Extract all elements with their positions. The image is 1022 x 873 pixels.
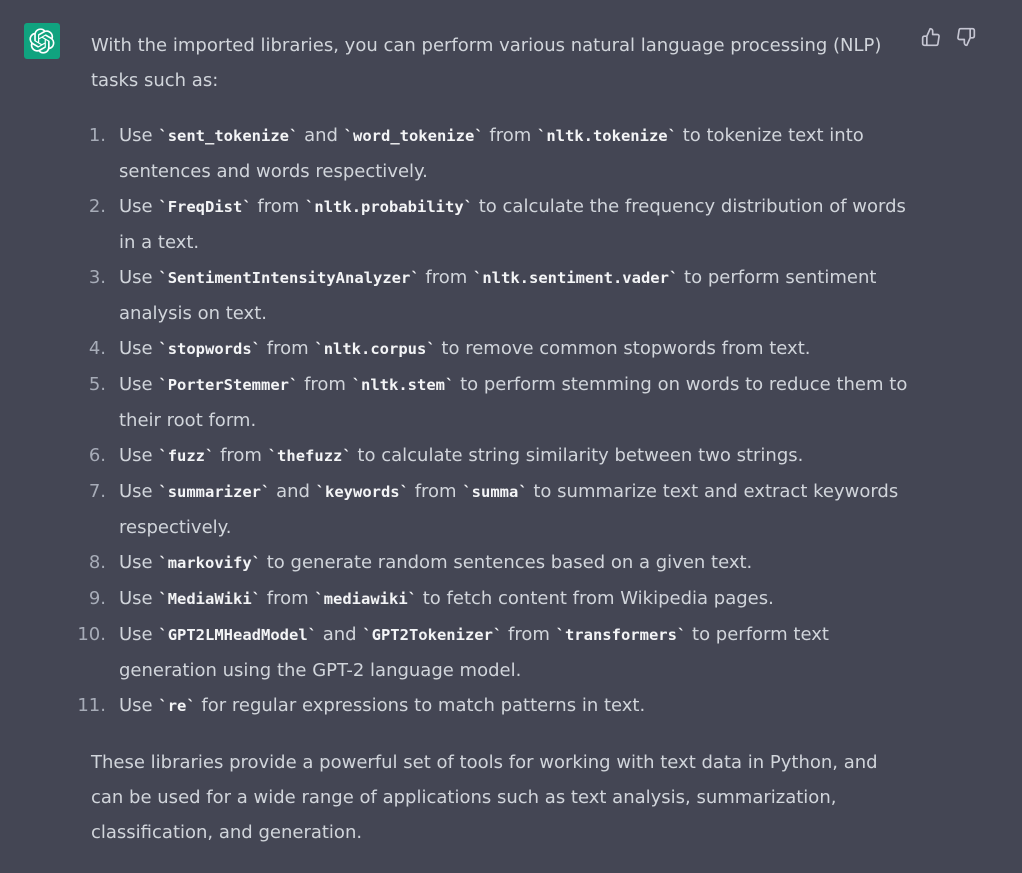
- list-item-text: from: [502, 624, 556, 645]
- list-item: 5. Use `PorterStemmer` from `nltk.stem` t…: [89, 367, 911, 438]
- list-item-text: Use: [119, 125, 159, 146]
- list-item-text: Use: [119, 624, 159, 645]
- list-item-number: 8.: [88, 552, 106, 573]
- list-item-text: Use: [119, 695, 159, 716]
- list-item: 3. Use `SentimentIntensityAnalyzer` from …: [89, 260, 911, 331]
- inline-code: `PorterStemmer`: [158, 376, 299, 394]
- list-item-text: from: [261, 588, 315, 609]
- list-item-number: 10.: [77, 624, 106, 645]
- list-item-text: to calculate string similarity between t…: [351, 445, 804, 466]
- list-item-number: 2.: [88, 196, 106, 217]
- list-item-text: Use: [119, 552, 159, 573]
- list-item-text: to generate random sentences based on a …: [261, 552, 753, 573]
- list-item-text: to fetch content from Wikipedia pages.: [417, 588, 774, 609]
- inline-code: `nltk.stem`: [351, 376, 455, 394]
- list-item-number: 3.: [88, 267, 106, 288]
- inline-code: `summarizer`: [158, 483, 271, 501]
- list-item: 11. Use `re` for regular expressions to m…: [77, 688, 911, 724]
- assistant-avatar: [24, 23, 60, 59]
- list-item-text: Use: [119, 196, 159, 217]
- thumbs-down-icon: [956, 27, 975, 46]
- list-item-text: Use: [119, 445, 159, 466]
- inline-code: `GPT2LMHeadModel`: [158, 626, 317, 644]
- list-item: 9. Use `MediaWiki` from `mediawiki` to fe…: [89, 581, 911, 617]
- library-list: 1. Use `sent_tokenize` and `word_tokenize…: [77, 118, 911, 724]
- list-item-text: from: [483, 125, 537, 146]
- list-item-text: and: [298, 125, 344, 146]
- inline-code: `summa`: [462, 483, 528, 501]
- inline-code: `keywords`: [315, 483, 409, 501]
- inline-code: `sent_tokenize`: [158, 127, 299, 145]
- list-item: 7. Use `summarizer` and `keywords` from `…: [89, 474, 911, 545]
- inline-code: `transformers`: [555, 626, 687, 644]
- list-item-text: Use: [119, 374, 159, 395]
- inline-code: `mediawiki`: [314, 590, 418, 608]
- list-item-text: from: [261, 338, 315, 359]
- list-item-text: from: [408, 481, 463, 502]
- inline-code: `nltk.tokenize`: [536, 127, 677, 145]
- list-item-number: 9.: [88, 588, 106, 609]
- list-item-number: 1.: [88, 125, 106, 146]
- list-item-number: 6.: [88, 445, 106, 466]
- list-item: 8. Use `markovify` to generate random sen…: [89, 545, 911, 581]
- list-item-text: and: [270, 481, 316, 502]
- thumbs-up-button[interactable]: [920, 26, 941, 47]
- list-item-text: from: [419, 267, 473, 288]
- inline-code: `markovify`: [158, 554, 262, 572]
- inline-code: `word_tokenize`: [343, 127, 484, 145]
- list-item-text: from: [251, 196, 306, 217]
- openai-logo-icon: [29, 28, 55, 54]
- list-item-number: 5.: [88, 374, 106, 395]
- thumbs-up-icon: [921, 27, 940, 46]
- list-item-text: Use: [119, 338, 159, 359]
- list-item-text: from: [214, 445, 268, 466]
- list-item: 1. Use `sent_tokenize` and `word_tokenize…: [89, 118, 911, 189]
- list-item-text: Use: [119, 588, 159, 609]
- inline-code: `SentimentIntensityAnalyzer`: [158, 269, 420, 287]
- inline-code: `nltk.sentiment.vader`: [473, 269, 679, 287]
- list-item: 2. Use `FreqDist` from `nltk.probability`…: [89, 189, 911, 260]
- assistant-message: With the imported libraries, you can per…: [0, 0, 1022, 873]
- list-item-text: from: [298, 374, 352, 395]
- message-content: With the imported libraries, you can per…: [77, 28, 911, 850]
- inline-code: `stopwords`: [158, 340, 262, 358]
- list-item: 4. Use `stopwords` from `nltk.corpus` to …: [89, 331, 911, 367]
- list-item-text: and: [317, 624, 363, 645]
- inline-code: `nltk.probability`: [305, 198, 474, 216]
- list-item: 6. Use `fuzz` from `thefuzz` to calculate…: [89, 438, 911, 474]
- outro-paragraph: These libraries provide a powerful set o…: [91, 752, 878, 843]
- list-item-number: 11.: [77, 695, 106, 716]
- inline-code: `MediaWiki`: [158, 590, 262, 608]
- inline-code: `re`: [158, 697, 196, 715]
- list-item-text: Use: [119, 267, 159, 288]
- inline-code: `FreqDist`: [158, 198, 252, 216]
- thumbs-down-button[interactable]: [955, 26, 976, 47]
- inline-code: `thefuzz`: [267, 447, 352, 465]
- list-item-text: for regular expressions to match pattern…: [195, 695, 646, 716]
- list-item-number: 7.: [88, 481, 106, 502]
- inline-code: `fuzz`: [158, 447, 215, 465]
- inline-code: `nltk.corpus`: [314, 340, 436, 358]
- intro-paragraph: With the imported libraries, you can per…: [91, 35, 882, 91]
- feedback-buttons: [920, 26, 976, 47]
- list-item-number: 4.: [88, 338, 106, 359]
- list-item: 10. Use `GPT2LMHeadModel` and `GPT2Tokeni…: [77, 617, 911, 688]
- inline-code: `GPT2Tokenizer`: [362, 626, 503, 644]
- list-item-text: Use: [119, 481, 159, 502]
- list-item-text: to remove common stopwords from text.: [435, 338, 811, 359]
